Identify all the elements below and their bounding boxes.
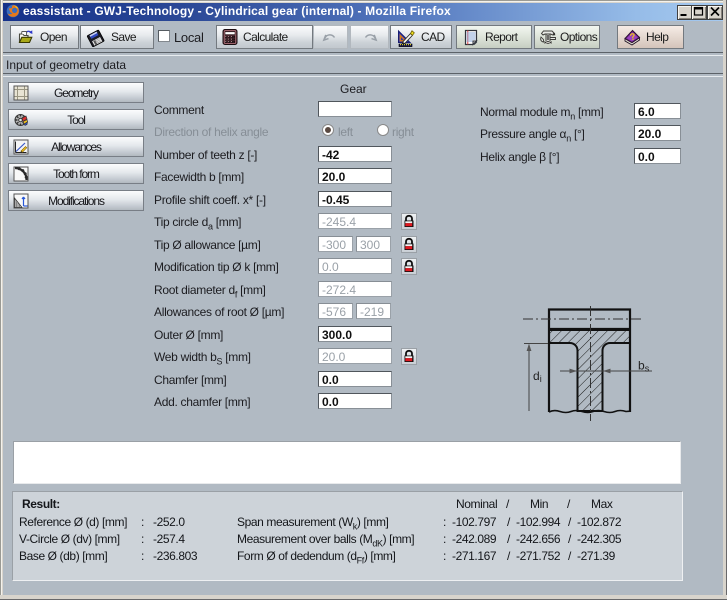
svg-text:bs: bs xyxy=(638,359,650,374)
svg-text:di: di xyxy=(533,369,542,384)
